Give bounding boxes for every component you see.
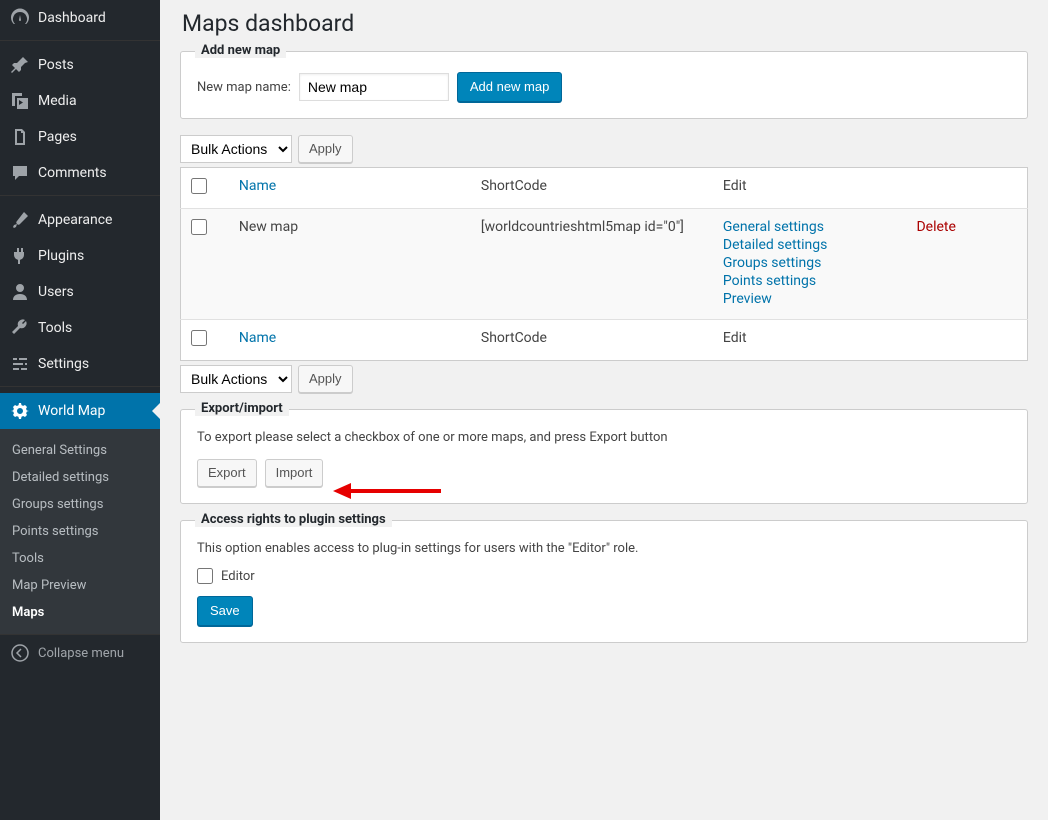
- select-all-bottom[interactable]: [191, 330, 207, 346]
- add-new-map-box: Add new map New map name: Add new map: [180, 51, 1028, 119]
- main-content: Maps dashboard Add new map New map name:…: [160, 0, 1048, 820]
- user-icon: [10, 282, 30, 302]
- submenu-tools[interactable]: Tools: [0, 545, 160, 572]
- select-all-top[interactable]: [191, 178, 207, 194]
- access-rights-box: Access rights to plugin settings This op…: [180, 520, 1028, 643]
- row-shortcode: [worldcountrieshtml5map id="0"]: [471, 209, 713, 320]
- bulk-apply-button-bottom[interactable]: Apply: [298, 365, 353, 393]
- wrench-icon: [10, 318, 30, 338]
- sidebar-item-appearance[interactable]: Appearance: [0, 202, 160, 238]
- red-arrow-annotation: [333, 481, 443, 501]
- tablenav-bottom: Bulk Actions Apply: [180, 365, 1028, 393]
- column-name-foot[interactable]: Name: [239, 330, 276, 346]
- link-groups-settings[interactable]: Groups settings: [723, 255, 897, 271]
- editor-role-option[interactable]: Editor: [197, 568, 1011, 584]
- submenu-groups-settings[interactable]: Groups settings: [0, 491, 160, 518]
- sidebar-item-label: Tools: [38, 320, 72, 336]
- sidebar-item-world-map[interactable]: World Map: [0, 393, 160, 429]
- bulk-apply-button-top[interactable]: Apply: [298, 135, 353, 163]
- bulk-actions-select-top[interactable]: Bulk Actions: [180, 135, 292, 163]
- access-desc: This option enables access to plug-in se…: [197, 541, 1011, 556]
- new-map-name-label: New map name:: [197, 80, 291, 95]
- export-desc: To export please select a checkbox of on…: [197, 430, 1011, 445]
- row-delete-link[interactable]: Delete: [916, 219, 955, 235]
- editor-checkbox[interactable]: [197, 568, 213, 584]
- submenu-general-settings[interactable]: General Settings: [0, 437, 160, 464]
- column-name[interactable]: Name: [239, 178, 276, 194]
- sidebar-item-dashboard[interactable]: Dashboard: [0, 0, 160, 36]
- link-points-settings[interactable]: Points settings: [723, 273, 897, 289]
- export-button[interactable]: Export: [197, 459, 257, 487]
- row-name: New map: [229, 209, 471, 320]
- collapse-menu[interactable]: Collapse menu: [0, 634, 160, 671]
- page-title: Maps dashboard: [182, 10, 1028, 37]
- add-new-map-button[interactable]: Add new map: [457, 72, 563, 102]
- sidebar-item-posts[interactable]: Posts: [0, 47, 160, 83]
- link-detailed-settings[interactable]: Detailed settings: [723, 237, 897, 253]
- page-icon: [10, 127, 30, 147]
- sidebar-item-label: Users: [38, 284, 74, 300]
- add-box-title: Add new map: [195, 43, 286, 58]
- sidebar-item-label: World Map: [38, 403, 105, 419]
- collapse-label: Collapse menu: [38, 646, 124, 661]
- row-edit-links: General settings Detailed settings Group…: [713, 209, 907, 320]
- export-import-box: Export/import To export please select a …: [180, 409, 1028, 504]
- sidebar-item-settings[interactable]: Settings: [0, 346, 160, 382]
- maps-table: Name ShortCode Edit New map [worldcountr…: [180, 167, 1028, 361]
- sidebar-item-label: Media: [38, 93, 77, 109]
- new-map-name-input[interactable]: [299, 73, 449, 101]
- sidebar-item-label: Appearance: [38, 212, 112, 228]
- import-button[interactable]: Import: [265, 459, 324, 487]
- sidebar-item-media[interactable]: Media: [0, 83, 160, 119]
- brush-icon: [10, 210, 30, 230]
- row-checkbox[interactable]: [191, 219, 207, 235]
- access-box-title: Access rights to plugin settings: [195, 512, 392, 527]
- sliders-icon: [10, 354, 30, 374]
- sidebar-item-pages[interactable]: Pages: [0, 119, 160, 155]
- sidebar-item-tools[interactable]: Tools: [0, 310, 160, 346]
- sidebar-item-label: Comments: [38, 165, 107, 181]
- sidebar-item-label: Posts: [38, 57, 74, 73]
- sidebar-submenu: General Settings Detailed settings Group…: [0, 429, 160, 634]
- pin-icon: [10, 55, 30, 75]
- submenu-map-preview[interactable]: Map Preview: [0, 572, 160, 599]
- sidebar-item-label: Plugins: [38, 248, 84, 264]
- sidebar-item-label: Pages: [38, 129, 77, 145]
- editor-label: Editor: [221, 569, 255, 584]
- tablenav-top: Bulk Actions Apply: [180, 135, 1028, 163]
- gauge-icon: [10, 8, 30, 28]
- column-shortcode: ShortCode: [471, 168, 713, 209]
- column-edit-foot: Edit: [713, 320, 907, 361]
- sidebar-item-comments[interactable]: Comments: [0, 155, 160, 191]
- submenu-points-settings[interactable]: Points settings: [0, 518, 160, 545]
- export-box-title: Export/import: [195, 401, 289, 416]
- sidebar-item-label: Dashboard: [38, 10, 106, 26]
- bulk-actions-select-bottom[interactable]: Bulk Actions: [180, 365, 292, 393]
- sidebar-item-label: Settings: [38, 356, 89, 372]
- column-edit: Edit: [713, 168, 907, 209]
- collapse-icon: [10, 643, 30, 663]
- media-icon: [10, 91, 30, 111]
- save-button[interactable]: Save: [197, 596, 253, 626]
- column-shortcode-foot: ShortCode: [471, 320, 713, 361]
- submenu-maps[interactable]: Maps: [0, 599, 160, 626]
- link-general-settings[interactable]: General settings: [723, 219, 897, 235]
- sidebar-item-users[interactable]: Users: [0, 274, 160, 310]
- gear-icon: [10, 401, 30, 421]
- comment-icon: [10, 163, 30, 183]
- plug-icon: [10, 246, 30, 266]
- admin-sidebar: Dashboard Posts Media Pages Comments App…: [0, 0, 160, 820]
- submenu-detailed-settings[interactable]: Detailed settings: [0, 464, 160, 491]
- link-preview[interactable]: Preview: [723, 291, 897, 307]
- table-row: New map [worldcountrieshtml5map id="0"] …: [181, 209, 1028, 320]
- sidebar-item-plugins[interactable]: Plugins: [0, 238, 160, 274]
